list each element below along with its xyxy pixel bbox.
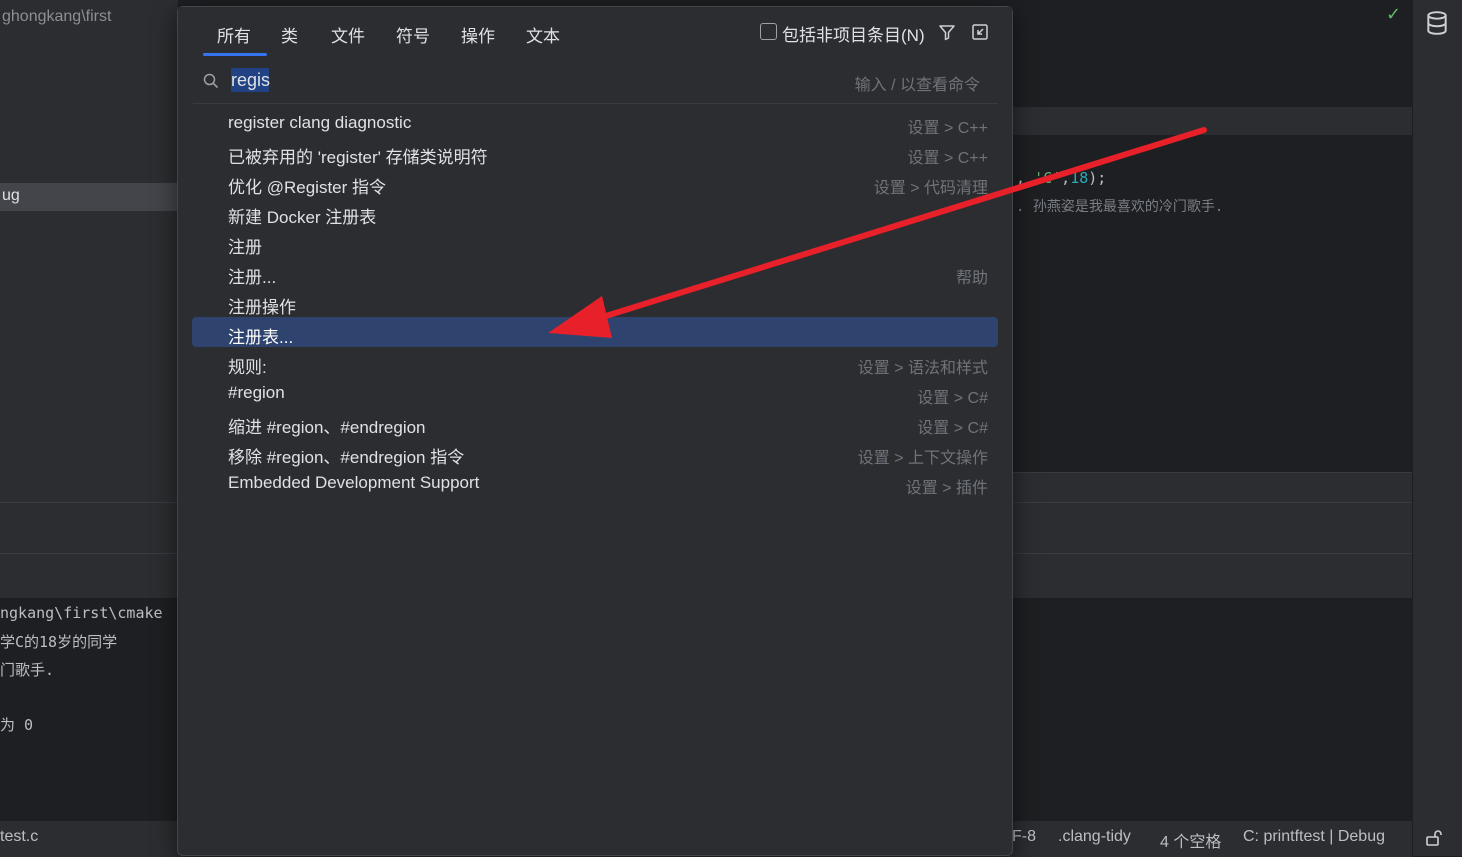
include-non-project-checkbox[interactable] [760, 23, 777, 40]
result-label: 注册操作 [228, 298, 296, 317]
search-row: 输入 / 以查看命令 [193, 57, 998, 104]
include-non-project-label[interactable]: 包括非项目条目(N) [782, 21, 925, 46]
output-line: ngkang\first\cmake [0, 604, 163, 622]
lock-icon[interactable] [1424, 828, 1444, 848]
collapse-icon[interactable] [971, 23, 989, 41]
result-location: 设置 > 语法和样式 [857, 360, 988, 377]
tab-actions[interactable]: 操作 [461, 22, 495, 47]
tab-classes[interactable]: 类 [281, 22, 298, 47]
search-input[interactable] [231, 67, 791, 93]
result-location: 设置 > C# [917, 390, 988, 407]
tab-all[interactable]: 所有 [217, 22, 251, 47]
status-encoding[interactable]: F-8 [1012, 828, 1036, 846]
search-icon [203, 73, 219, 89]
status-clang-tidy[interactable]: .clang-tidy [1058, 828, 1131, 846]
result-label: register clang diagnostic [228, 113, 412, 132]
project-tree-item-label: ug [2, 187, 20, 204]
result-row[interactable]: #region 设置 > C# [192, 377, 998, 407]
filter-icon[interactable] [938, 23, 956, 41]
search-hint: 输入 / 以查看命令 [854, 77, 980, 94]
result-label: 已被弃用的 'register' 存储类说明符 [228, 148, 488, 167]
status-indent[interactable]: 4 个空格 [1160, 828, 1221, 852]
result-row[interactable]: 规则: 设置 > 语法和样式 [192, 347, 998, 377]
result-label: 缩进 #region、#endregion [228, 418, 426, 437]
result-label: 注册表... [228, 328, 294, 347]
result-label: 移除 #region、#endregion 指令 [228, 448, 465, 467]
project-tree-selected-item[interactable]: ug [0, 183, 178, 211]
result-row[interactable]: 移除 #region、#endregion 指令 设置 > 上下文操作 [192, 437, 998, 467]
editor-bottom-strip [1012, 472, 1412, 503]
project-path: ghongkang\first [2, 8, 112, 25]
result-label: 新建 Docker 注册表 [228, 208, 377, 227]
result-location: 设置 > C# [917, 420, 988, 437]
status-context[interactable]: C: printftest | Debug [1243, 828, 1385, 846]
result-row[interactable]: 缩进 #region、#endregion 设置 > C# [192, 407, 998, 437]
tab-text[interactable]: 文本 [526, 22, 560, 47]
output-line: 为 0 [0, 716, 34, 734]
result-label: 优化 @Register 指令 [228, 178, 387, 197]
annotation-arrow [548, 127, 1207, 338]
result-label: 规则: [228, 358, 267, 377]
popup-tab-bar: 所有 类 文件 符号 操作 文本 包括非项目条目(N) [178, 7, 1012, 57]
tab-symbols[interactable]: 符号 [396, 22, 430, 47]
result-label: Embedded Development Support [228, 473, 480, 492]
result-label: 注册... [228, 268, 277, 287]
output-line: 门歌手. [0, 661, 55, 679]
status-file[interactable]: test.c [0, 828, 38, 846]
result-row[interactable]: Embedded Development Support 设置 > 插件 [192, 467, 998, 497]
database-icon[interactable] [1424, 10, 1450, 36]
tab-files[interactable]: 文件 [331, 22, 365, 47]
output-line: 学C的18岁的同学 [0, 633, 118, 651]
result-label: 注册 [228, 238, 262, 257]
active-tab-indicator [203, 53, 267, 56]
result-location: 设置 > 插件 [905, 480, 988, 497]
right-tool-stripe [1412, 0, 1462, 856]
check-icon: ✓ [1386, 4, 1402, 25]
result-label: #region [228, 383, 285, 402]
result-location: 设置 > 上下文操作 [857, 450, 988, 467]
